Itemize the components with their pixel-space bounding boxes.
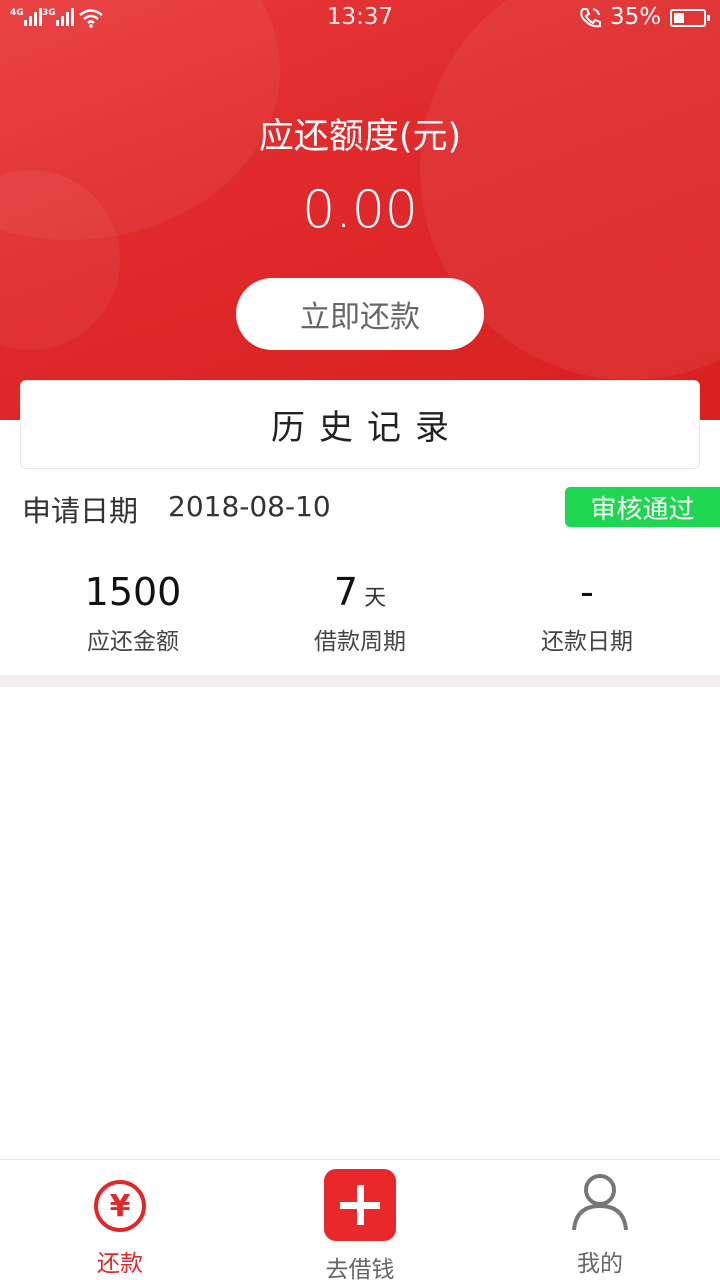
repay-amount-value: 0.00 — [302, 180, 418, 240]
section-divider — [0, 675, 720, 687]
history-records-button[interactable]: 历史记录 — [20, 380, 700, 469]
tab-repay-label: 还款 — [97, 1251, 143, 1277]
stat-amount: 1500 应还金额 — [13, 566, 253, 666]
loan-period-value: 7 — [333, 570, 359, 614]
battery-icon — [670, 9, 710, 27]
phone-call-icon — [580, 8, 601, 28]
application-row: 申请日期 2018-08-10 审核通过 — [0, 484, 720, 532]
bottom-tab-bar: ¥ 还款 去借钱 我的 — [0, 1159, 720, 1280]
status-bar: 4G 3G 13:37 35% — [0, 0, 720, 38]
amount-due-value: 1500 — [84, 570, 182, 614]
stat-repay-date: - 还款日期 — [467, 566, 707, 666]
amount-due-label: 应还金额 — [87, 629, 179, 655]
status-badge: 审核通过 — [565, 487, 720, 527]
repay-date-label: 还款日期 — [541, 629, 633, 655]
apply-date-value: 2018-08-10 — [168, 490, 331, 523]
tab-borrow-label: 去借钱 — [325, 1257, 395, 1280]
loan-period-label: 借款周期 — [314, 629, 406, 655]
loan-period-unit: 天 — [364, 586, 387, 611]
battery-fill — [674, 13, 684, 23]
stat-period: 7天 借款周期 — [240, 566, 480, 666]
header-banner: 4G 3G 13:37 35% 应还额度(元) 0.00 立即还款 — [0, 0, 720, 420]
yen-circle-icon: ¥ — [94, 1180, 146, 1232]
tab-mine[interactable]: 我的 — [520, 1160, 680, 1280]
repay-amount-title: 应还额度(元) — [258, 117, 462, 157]
repay-date-value: - — [580, 570, 594, 614]
person-icon — [572, 1174, 628, 1231]
tab-repay[interactable]: ¥ 还款 — [40, 1160, 200, 1280]
tab-borrow[interactable]: 去借钱 — [280, 1160, 440, 1280]
repay-now-button[interactable]: 立即还款 — [236, 278, 484, 350]
tab-mine-label: 我的 — [577, 1251, 623, 1277]
plus-square-icon — [324, 1169, 396, 1241]
apply-date-label: 申请日期 — [22, 494, 139, 528]
battery-percent: 35% — [610, 4, 662, 30]
loan-stats: 1500 应还金额 7天 借款周期 - 还款日期 — [0, 566, 720, 666]
